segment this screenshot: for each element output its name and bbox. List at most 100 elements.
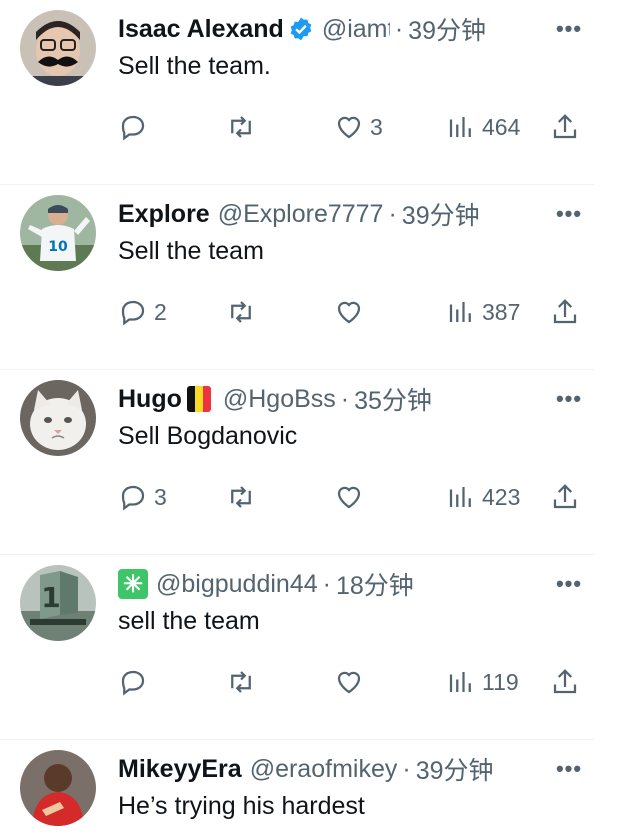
separator-dot: ·	[322, 569, 331, 598]
avatar[interactable]	[20, 750, 96, 826]
retweet-button[interactable]	[226, 474, 256, 520]
display-name[interactable]: Explore	[118, 200, 210, 229]
share-button[interactable]	[550, 659, 580, 705]
retweet-button[interactable]	[226, 289, 256, 335]
like-button[interactable]	[334, 474, 370, 520]
belgium-flag-icon	[186, 386, 211, 412]
tweet-header: ✳ @bigpuddin44 · 18分钟	[118, 565, 548, 603]
like-icon	[334, 482, 364, 512]
avatar[interactable]: 1	[20, 565, 96, 641]
like-button[interactable]	[334, 659, 370, 705]
timestamp[interactable]: 39分钟	[408, 11, 486, 47]
views-icon	[446, 482, 476, 512]
view-count: 119	[482, 668, 519, 695]
action-bar: 2 387	[118, 289, 588, 335]
tweet-text: Sell the team.	[118, 52, 271, 80]
user-handle[interactable]: @Explore7777	[218, 200, 384, 229]
like-icon	[334, 112, 364, 142]
reply-count: 2	[154, 298, 167, 325]
like-icon	[334, 667, 364, 697]
svg-text:1: 1	[41, 581, 60, 614]
retweet-button[interactable]	[226, 104, 256, 150]
share-button[interactable]	[550, 474, 580, 520]
display-name[interactable]: Hugo	[118, 385, 182, 414]
views-button[interactable]: 464	[446, 104, 520, 150]
reply-button[interactable]: 2	[118, 289, 167, 335]
tweet[interactable]: Hugo @HgoBss · 35分钟 ••• Sell Bogdanovic …	[0, 370, 595, 555]
tweet-text: He’s trying his hardest	[118, 792, 365, 820]
more-icon[interactable]: •••	[552, 565, 586, 603]
view-count: 387	[482, 298, 521, 325]
tweet-header: Isaac Alexand @iamt · 39分钟	[118, 10, 548, 48]
share-button[interactable]	[550, 289, 580, 335]
share-icon	[550, 667, 580, 697]
more-icon[interactable]: •••	[552, 380, 586, 418]
reply-button[interactable]	[118, 659, 154, 705]
separator-dot: ·	[388, 199, 397, 228]
tweet[interactable]: Isaac Alexand @iamt · 39分钟 ••• Sell the …	[0, 0, 595, 185]
share-icon	[550, 482, 580, 512]
reply-feed: Isaac Alexand @iamt · 39分钟 ••• Sell the …	[0, 0, 623, 834]
timestamp[interactable]: 39分钟	[402, 196, 480, 232]
sparkle-icon: ✳	[118, 569, 148, 599]
tweet[interactable]: MikeyyEra @eraofmikey · 39分钟 ••• He’s tr…	[0, 740, 595, 834]
share-button[interactable]	[550, 104, 580, 150]
tweet-header: Explore @Explore7777 · 39分钟	[118, 195, 548, 233]
avatar[interactable]	[20, 10, 96, 86]
more-icon[interactable]: •••	[552, 10, 586, 48]
action-bar: 3 423	[118, 474, 588, 520]
user-handle[interactable]: @iamt	[322, 15, 390, 44]
like-icon	[334, 297, 364, 327]
display-name[interactable]: Isaac Alexand	[118, 15, 284, 44]
views-button[interactable]: 387	[446, 289, 520, 335]
views-button[interactable]: 423	[446, 474, 520, 520]
tweet-text: Sell Bogdanovic	[118, 422, 298, 450]
reply-button[interactable]: 3	[118, 474, 167, 520]
timestamp[interactable]: 18分钟	[336, 566, 414, 602]
share-icon	[550, 297, 580, 327]
action-bar: 119	[118, 659, 588, 705]
views-icon	[446, 667, 476, 697]
tweet[interactable]: 10 Explore @Explore7777 · 39分钟 ••• Sell …	[0, 185, 595, 370]
view-count: 464	[482, 113, 521, 140]
timestamp[interactable]: 35分钟	[354, 381, 432, 417]
reply-count: 3	[154, 483, 167, 510]
like-button[interactable]: 3	[334, 104, 383, 150]
user-handle[interactable]: @eraofmikey	[250, 755, 398, 784]
retweet-icon	[226, 667, 256, 697]
avatar[interactable]	[20, 380, 96, 456]
reply-button[interactable]	[118, 104, 154, 150]
user-handle[interactable]: @bigpuddin44	[156, 570, 318, 599]
display-name[interactable]: MikeyyEra	[118, 755, 242, 784]
more-icon[interactable]: •••	[552, 195, 586, 233]
views-icon	[446, 297, 476, 327]
timestamp[interactable]: 39分钟	[416, 751, 494, 787]
jersey-number: 10	[48, 239, 68, 255]
separator-dot: ·	[402, 754, 411, 783]
tweet-header: MikeyyEra @eraofmikey · 39分钟	[118, 750, 548, 788]
separator-dot: ·	[340, 384, 350, 413]
reply-icon	[118, 297, 148, 327]
like-button[interactable]	[334, 289, 370, 335]
retweet-button[interactable]	[226, 659, 256, 705]
user-handle[interactable]: @HgoBss	[223, 385, 336, 414]
retweet-icon	[226, 482, 256, 512]
reply-icon	[118, 482, 148, 512]
views-icon	[446, 112, 476, 142]
tweet-header: Hugo @HgoBss · 35分钟	[118, 380, 548, 418]
reply-icon	[118, 112, 148, 142]
view-count: 423	[482, 483, 521, 510]
views-button[interactable]: 119	[446, 659, 519, 705]
avatar[interactable]: 10	[20, 195, 96, 271]
action-bar: 3 464	[118, 104, 588, 150]
retweet-icon	[226, 112, 256, 142]
retweet-icon	[226, 297, 256, 327]
more-icon[interactable]: •••	[552, 750, 586, 788]
separator-dot: ·	[394, 14, 404, 43]
tweet[interactable]: 1 ✳ @bigpuddin44 · 18分钟 ••• sell the tea…	[0, 555, 595, 740]
verified-badge-icon	[288, 16, 314, 42]
tweet-text: Sell the team	[118, 237, 264, 265]
like-count: 3	[370, 113, 383, 140]
tweet-text: sell the team	[118, 607, 260, 635]
share-icon	[550, 112, 580, 142]
